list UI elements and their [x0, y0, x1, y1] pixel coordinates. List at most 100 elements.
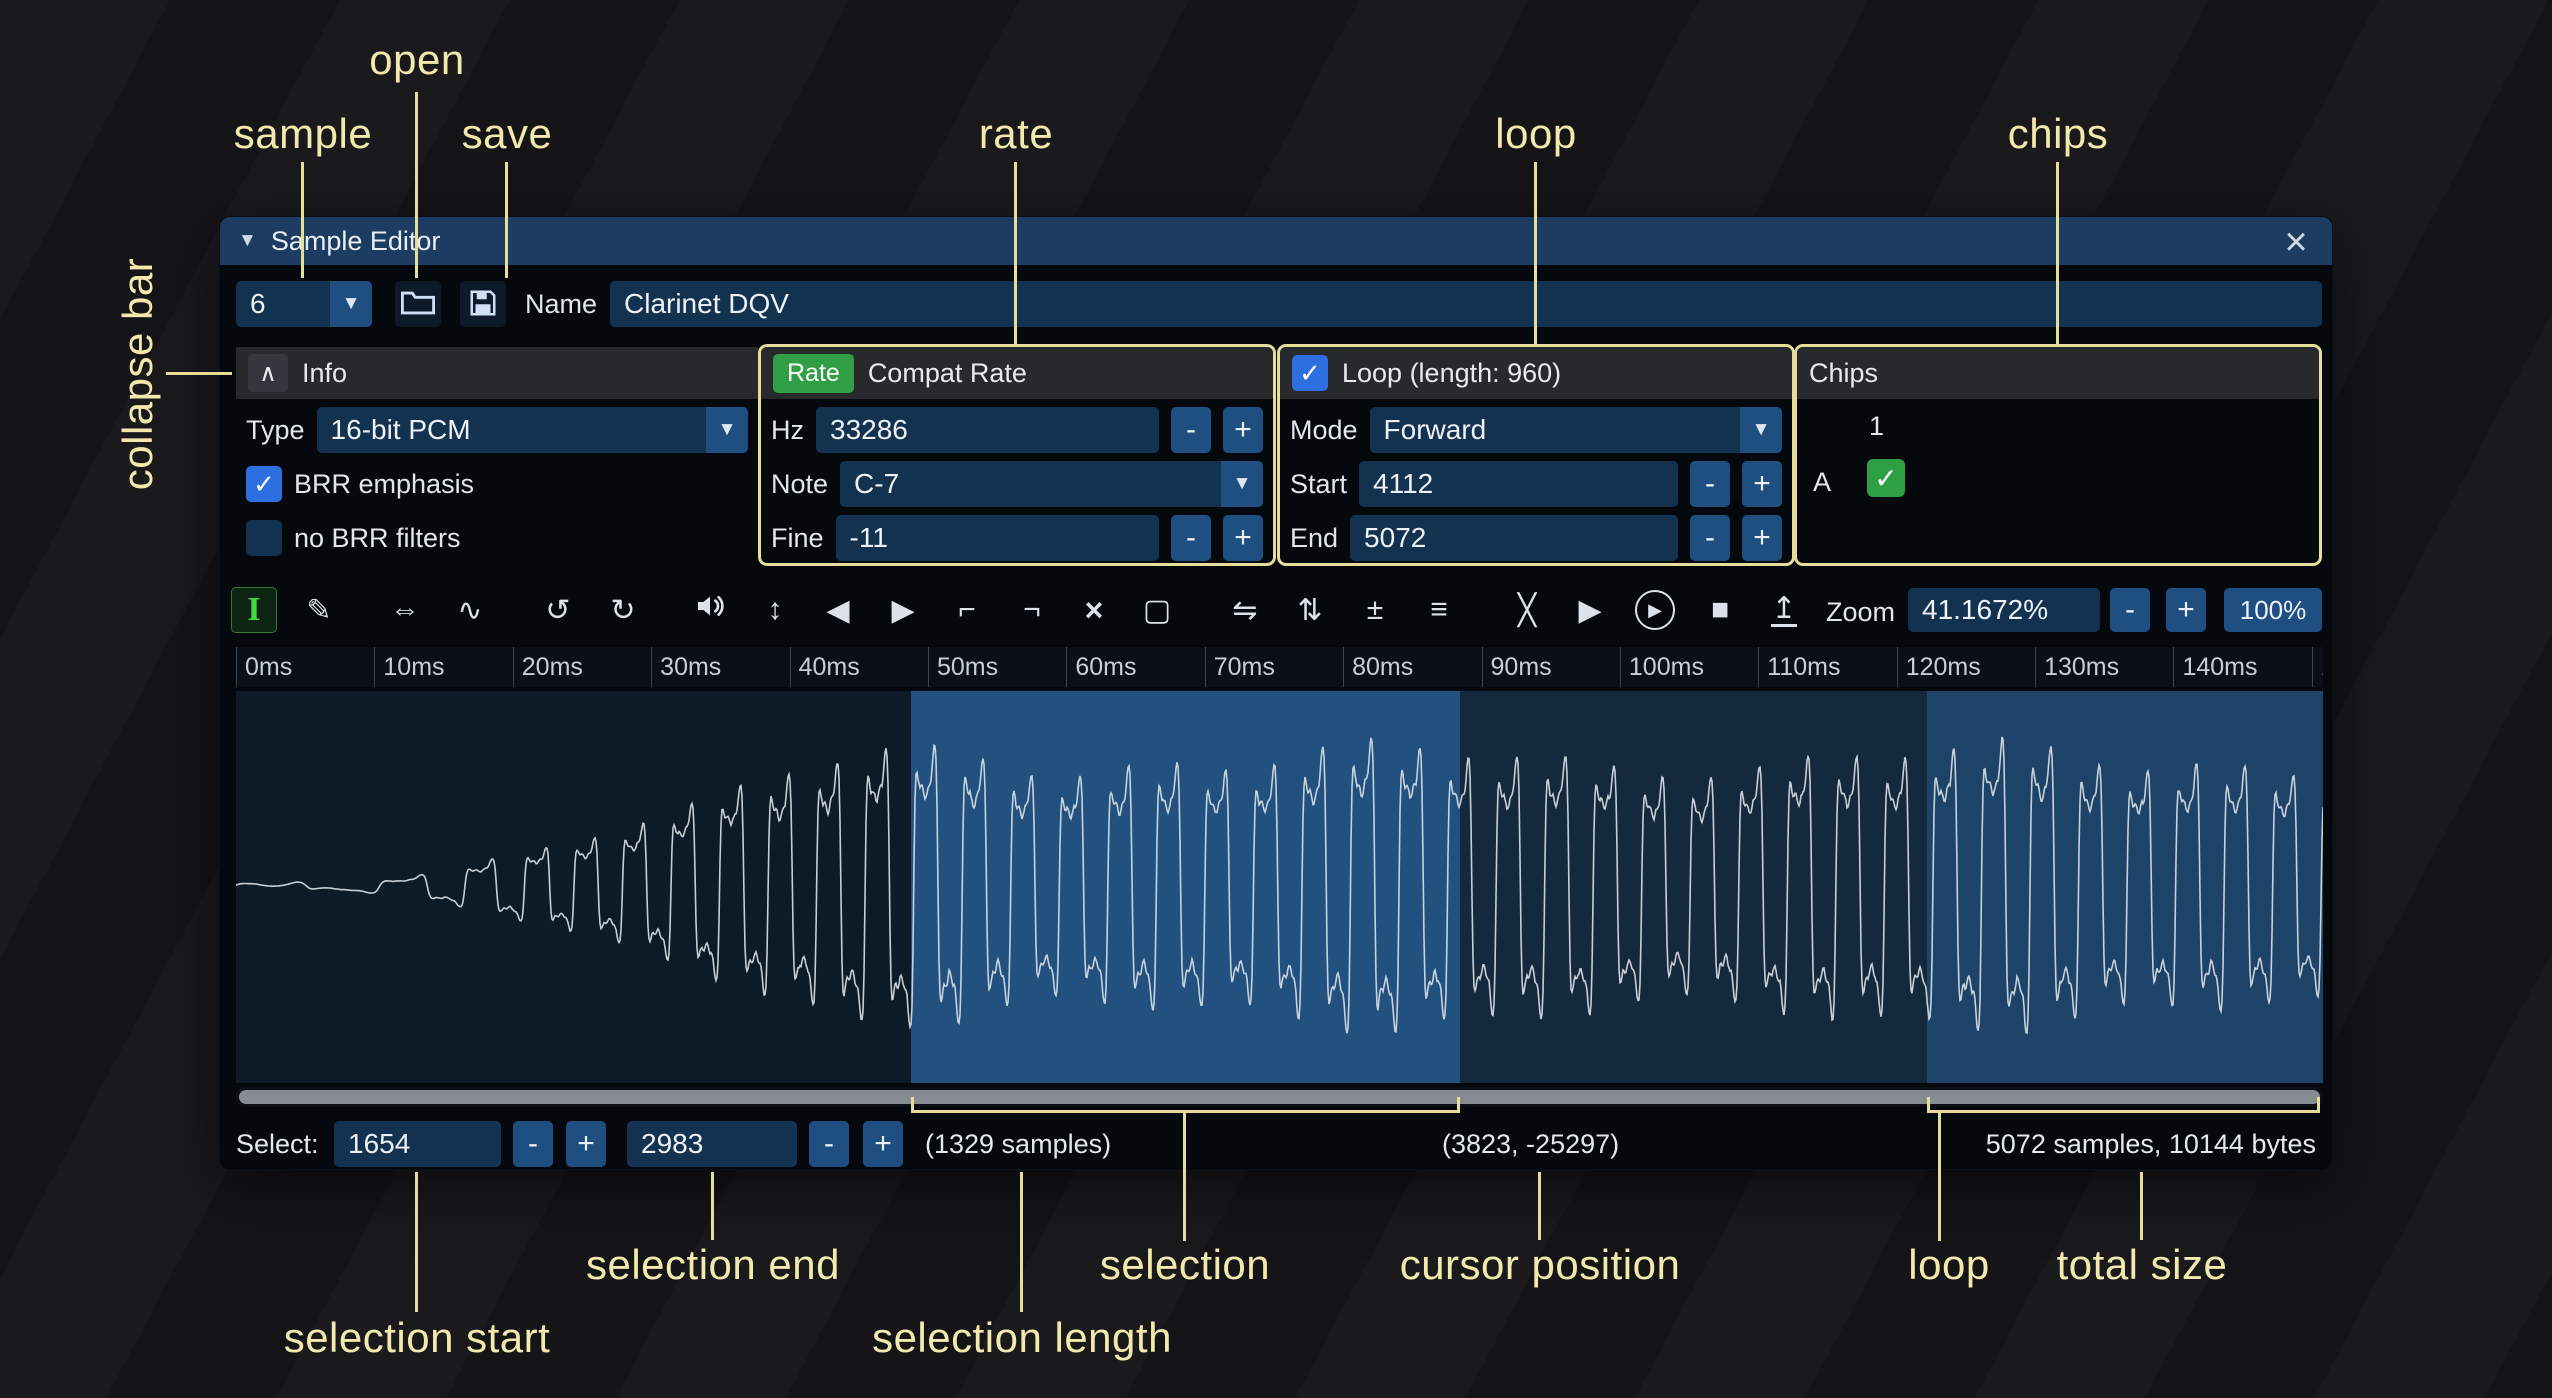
save-sample-button[interactable]	[460, 281, 506, 327]
annotation-save: save	[462, 110, 553, 158]
chevron-down-icon[interactable]: ▼	[1740, 407, 1782, 453]
zoom-out-button[interactable]: -	[2110, 588, 2150, 632]
annotation-chips: chips	[2008, 110, 2109, 158]
resample-button[interactable]: ∿	[447, 587, 493, 633]
undo-button[interactable]: ↺	[535, 587, 581, 633]
annotation-selection-start: selection start	[284, 1314, 551, 1362]
apply-silence-button[interactable]: ¬	[1009, 587, 1055, 633]
zoom-in-button[interactable]: +	[2166, 588, 2206, 632]
resize-button[interactable]: ⇔	[382, 587, 428, 633]
invert-button[interactable]: ⇅	[1287, 587, 1333, 633]
invert-icon: ⇅	[1297, 593, 1322, 628]
chevron-down-icon[interactable]: ▼	[1221, 461, 1263, 507]
insert-silence-button[interactable]: ⌐	[944, 587, 990, 633]
cursor-position-value: (3823, -25297)	[1442, 1129, 1619, 1160]
preview-selection-button[interactable]: ▶	[1632, 587, 1678, 633]
sample-type-select[interactable]: 16-bit PCM ▼	[317, 407, 748, 453]
selection-end-input[interactable]	[627, 1121, 797, 1167]
loop-enable-checkbox[interactable]: ✓	[1292, 355, 1328, 391]
sample-name-input[interactable]	[610, 281, 2322, 327]
loop-start-increase-button[interactable]: +	[1742, 461, 1782, 507]
selection-length-value: (1329 samples)	[925, 1129, 1111, 1160]
loop-end-increase-button[interactable]: +	[1742, 515, 1782, 561]
note-select[interactable]: C-7 ▼	[840, 461, 1263, 507]
sign-invert-button[interactable]: ±	[1352, 587, 1398, 633]
chevron-down-icon[interactable]: ▼	[706, 407, 748, 453]
zoom-label: Zoom	[1826, 597, 1895, 628]
trim-button[interactable]: ▢	[1134, 587, 1180, 633]
scrollbar-thumb[interactable]	[239, 1090, 2320, 1104]
zoom-reset-button[interactable]: 100%	[2224, 588, 2322, 632]
annotation-line-rate	[1014, 162, 1017, 345]
loop-mode-label: Mode	[1290, 415, 1358, 446]
filter-button[interactable]: ≡	[1416, 587, 1462, 633]
loop-bracket-right-tick	[2317, 1097, 2320, 1113]
ruler-label: 60ms	[1066, 647, 1204, 687]
annotation-line-selection-start	[415, 1172, 418, 1312]
amplify-button[interactable]	[687, 587, 733, 633]
draw-mode-button[interactable]: ✎	[296, 587, 342, 633]
fine-decrease-button[interactable]: -	[1171, 515, 1211, 561]
brr-emphasis-row: ✓ BRR emphasis	[236, 461, 758, 507]
annotation-line-loop	[1534, 162, 1537, 345]
loop-end-decrease-button[interactable]: -	[1690, 515, 1730, 561]
selection-bracket-right-tick	[1457, 1097, 1460, 1113]
selection-start-decrease-button[interactable]: -	[513, 1121, 553, 1167]
ruler-label: 70ms	[1205, 647, 1343, 687]
brr-emphasis-checkbox[interactable]: ✓	[246, 466, 282, 502]
fade-out-button[interactable]: ▶	[880, 587, 926, 633]
ruler-label: 0ms	[236, 647, 374, 687]
rate-header-label: Compat Rate	[868, 358, 1027, 389]
selection-end-increase-button[interactable]: +	[863, 1121, 903, 1167]
open-sample-button[interactable]	[395, 281, 441, 327]
normalize-button[interactable]: ↕	[752, 587, 798, 633]
selection-start-input[interactable]	[334, 1121, 501, 1167]
loop-start-input[interactable]	[1359, 461, 1678, 507]
fade-in-button[interactable]: ◀	[815, 587, 861, 633]
delete-button[interactable]: ×	[1071, 587, 1117, 633]
crossfade-loop-icon: ╳	[1518, 593, 1536, 628]
fade-out-icon: ▶	[891, 593, 914, 628]
annotation-line-collapse-bar	[166, 372, 232, 375]
stop-preview-button[interactable]: ■	[1697, 587, 1743, 633]
loop-mode-select[interactable]: Forward ▼	[1370, 407, 1782, 453]
no-brr-filters-checkbox[interactable]	[246, 520, 282, 556]
create-wavetable-button[interactable]: ↥	[1761, 587, 1807, 633]
loop-start-decrease-button[interactable]: -	[1690, 461, 1730, 507]
resample-icon: ∿	[457, 593, 482, 628]
hz-decrease-button[interactable]: -	[1171, 407, 1211, 453]
chevron-down-icon[interactable]: ▼	[330, 281, 372, 327]
waveform-view[interactable]	[236, 691, 2323, 1083]
apply-silence-icon: ¬	[1023, 593, 1041, 627]
window-titlebar[interactable]: ▼ Sample Editor	[220, 217, 2332, 265]
hz-input[interactable]	[816, 407, 1159, 453]
type-label: Type	[246, 415, 305, 446]
selection-start-increase-button[interactable]: +	[566, 1121, 606, 1167]
annotation-line-selection-length	[1020, 1172, 1023, 1312]
annotation-rate: rate	[979, 110, 1053, 158]
zoom-input[interactable]	[1908, 588, 2100, 632]
fine-increase-button[interactable]: +	[1223, 515, 1263, 561]
fine-label: Fine	[771, 523, 824, 554]
select-mode-button[interactable]: I	[231, 587, 277, 633]
total-size-value: 5072 samples, 10144 bytes	[1986, 1129, 2316, 1160]
redo-button[interactable]: ↻	[600, 587, 646, 633]
chip-assign-checkbox[interactable]: ✓	[1867, 459, 1905, 497]
reverse-button[interactable]: ⇋	[1222, 587, 1268, 633]
hz-increase-button[interactable]: +	[1223, 407, 1263, 453]
name-label: Name	[525, 289, 597, 320]
close-button[interactable]: ×	[2274, 219, 2318, 263]
loop-mode-value: Forward	[1370, 407, 1740, 453]
preview-button[interactable]: ▶	[1567, 587, 1613, 633]
crossfade-loop-button[interactable]: ╳	[1504, 587, 1550, 633]
window-collapse-triangle-icon[interactable]: ▼	[238, 230, 257, 252]
loop-end-input[interactable]	[1350, 515, 1678, 561]
rate-badge: Rate	[773, 354, 854, 393]
fine-input[interactable]	[836, 515, 1159, 561]
horizontal-scrollbar[interactable]	[236, 1087, 2323, 1107]
annotation-line-selection	[1183, 1113, 1186, 1241]
sample-number-select[interactable]: 6 ▼	[236, 281, 372, 327]
collapse-bar-button[interactable]: ∧	[248, 354, 288, 392]
loop-start-row: Start - +	[1280, 461, 1792, 507]
selection-end-decrease-button[interactable]: -	[809, 1121, 849, 1167]
